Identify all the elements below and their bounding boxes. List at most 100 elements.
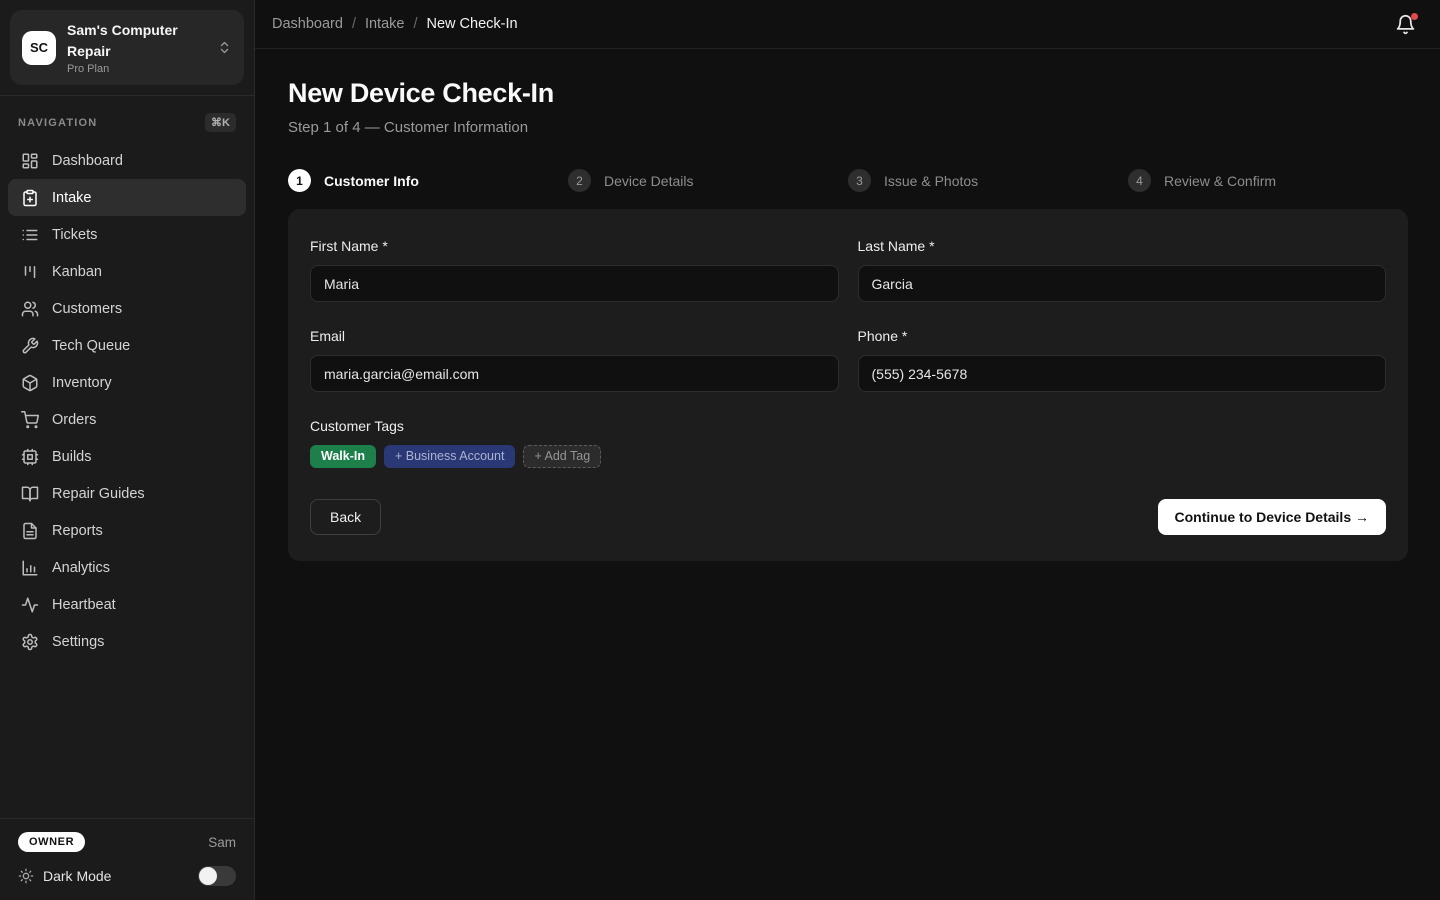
sidebar-item-label: Heartbeat (52, 597, 116, 613)
first-name-label: First Name * (310, 238, 839, 254)
sidebar-item-label: Analytics (52, 560, 110, 576)
sidebar-item-dashboard[interactable]: Dashboard (8, 142, 246, 179)
step-review-confirm[interactable]: 4 Review & Confirm (1128, 169, 1408, 192)
sidebar-item-label: Tech Queue (52, 338, 130, 354)
breadcrumb-separator: / (352, 16, 356, 32)
checkin-page: New Device Check-In Step 1 of 4 — Custom… (255, 49, 1440, 561)
step-number: 4 (1128, 169, 1151, 192)
step-indicator: 1 Customer Info 2 Device Details 3 Issue… (288, 169, 1408, 192)
step-issue-photos[interactable]: 3 Issue & Photos (848, 169, 1128, 192)
sidebar-item-label: Inventory (52, 375, 112, 391)
phone-label: Phone * (858, 328, 1387, 344)
last-name-group: Last Name * (858, 238, 1387, 302)
org-avatar: SC (22, 31, 56, 65)
sidebar-item-label: Kanban (52, 264, 102, 280)
dark-mode-label: Dark Mode (43, 868, 189, 884)
page-subtitle: Step 1 of 4 — Customer Information (288, 119, 1408, 136)
wrench-icon (21, 337, 39, 355)
customer-tags-group: Customer Tags Walk-In + Business Account… (310, 418, 1386, 468)
sidebar-item-orders[interactable]: Orders (8, 401, 246, 438)
org-plan: Pro Plan (67, 63, 206, 75)
breadcrumb: Dashboard / Intake / New Check-In (272, 16, 518, 32)
customer-tags-label: Customer Tags (310, 418, 1386, 434)
command-k-shortcut[interactable]: ⌘K (205, 113, 236, 132)
cpu-icon (21, 448, 39, 466)
sidebar-item-label: Customers (52, 301, 122, 317)
sidebar-item-intake[interactable]: Intake (8, 179, 246, 216)
gear-icon (21, 633, 39, 651)
sidebar-item-analytics[interactable]: Analytics (8, 549, 246, 586)
form-actions: Back Continue to Device Details → (310, 499, 1386, 535)
sidebar-item-label: Reports (52, 523, 103, 539)
clipboard-plus-icon (21, 189, 39, 207)
sidebar-item-heartbeat[interactable]: Heartbeat (8, 586, 246, 623)
email-label: Email (310, 328, 839, 344)
phone-field[interactable] (858, 355, 1387, 392)
main-content: Dashboard / Intake / New Check-In New De… (255, 0, 1440, 900)
book-open-icon (21, 485, 39, 503)
step-number: 1 (288, 169, 311, 192)
phone-group: Phone * (858, 328, 1387, 392)
sidebar-item-label: Dashboard (52, 153, 123, 169)
kanban-icon (21, 263, 39, 281)
step-label: Issue & Photos (884, 173, 978, 189)
sidebar-item-repair-guides[interactable]: Repair Guides (8, 475, 246, 512)
tag-business-account[interactable]: + Business Account (384, 445, 515, 468)
sidebar-item-builds[interactable]: Builds (8, 438, 246, 475)
shopping-cart-icon (21, 411, 39, 429)
sidebar-item-label: Orders (52, 412, 96, 428)
sidebar-item-inventory[interactable]: Inventory (8, 364, 246, 401)
customer-info-card: First Name * Last Name * Email Phone * C (288, 209, 1408, 561)
notifications-button[interactable] (1395, 14, 1416, 35)
step-number: 3 (848, 169, 871, 192)
package-icon (21, 374, 39, 392)
sidebar-item-settings[interactable]: Settings (8, 623, 246, 660)
page-title: New Device Check-In (288, 78, 1408, 109)
sidebar-item-tech-queue[interactable]: Tech Queue (8, 327, 246, 364)
step-label: Customer Info (324, 173, 419, 189)
sidebar: SC Sam's Computer Repair Pro Plan NAVIGA… (0, 0, 255, 900)
sidebar-item-label: Tickets (52, 227, 97, 243)
step-number: 2 (568, 169, 591, 192)
top-bar: Dashboard / Intake / New Check-In (255, 0, 1440, 49)
step-device-details[interactable]: 2 Device Details (568, 169, 848, 192)
sun-icon (18, 868, 34, 884)
breadcrumb-dashboard[interactable]: Dashboard (272, 16, 343, 32)
first-name-group: First Name * (310, 238, 839, 302)
email-group: Email (310, 328, 839, 392)
bar-chart-icon (21, 559, 39, 577)
step-customer-info[interactable]: 1 Customer Info (288, 169, 568, 192)
sidebar-item-kanban[interactable]: Kanban (8, 253, 246, 290)
add-tag-button[interactable]: + Add Tag (523, 445, 601, 468)
sidebar-item-label: Intake (52, 190, 92, 206)
step-label: Device Details (604, 173, 693, 189)
org-switcher[interactable]: SC Sam's Computer Repair Pro Plan (10, 10, 244, 85)
users-icon (21, 300, 39, 318)
sidebar-item-customers[interactable]: Customers (8, 290, 246, 327)
sidebar-item-label: Builds (52, 449, 92, 465)
dark-mode-toggle[interactable] (198, 866, 236, 886)
continue-button[interactable]: Continue to Device Details → (1158, 499, 1386, 535)
breadcrumb-separator: / (413, 16, 417, 32)
sidebar-nav: Dashboard Intake Tickets Kanban Customer… (0, 142, 254, 660)
toggle-knob (199, 867, 217, 885)
sidebar-item-reports[interactable]: Reports (8, 512, 246, 549)
sidebar-footer: OWNER Sam Dark Mode (0, 818, 254, 900)
breadcrumb-current: New Check-In (427, 16, 518, 32)
step-label: Review & Confirm (1164, 173, 1276, 189)
first-name-field[interactable] (310, 265, 839, 302)
list-icon (21, 226, 39, 244)
last-name-field[interactable] (858, 265, 1387, 302)
chevrons-up-down-icon (217, 40, 232, 55)
last-name-label: Last Name * (858, 238, 1387, 254)
breadcrumb-intake[interactable]: Intake (365, 16, 405, 32)
notification-dot (1411, 13, 1418, 20)
dashboard-icon (21, 152, 39, 170)
email-field[interactable] (310, 355, 839, 392)
file-text-icon (21, 522, 39, 540)
sidebar-item-label: Repair Guides (52, 486, 145, 502)
sidebar-item-label: Settings (52, 634, 104, 650)
sidebar-item-tickets[interactable]: Tickets (8, 216, 246, 253)
back-button[interactable]: Back (310, 499, 381, 535)
tag-walk-in[interactable]: Walk-In (310, 445, 376, 468)
